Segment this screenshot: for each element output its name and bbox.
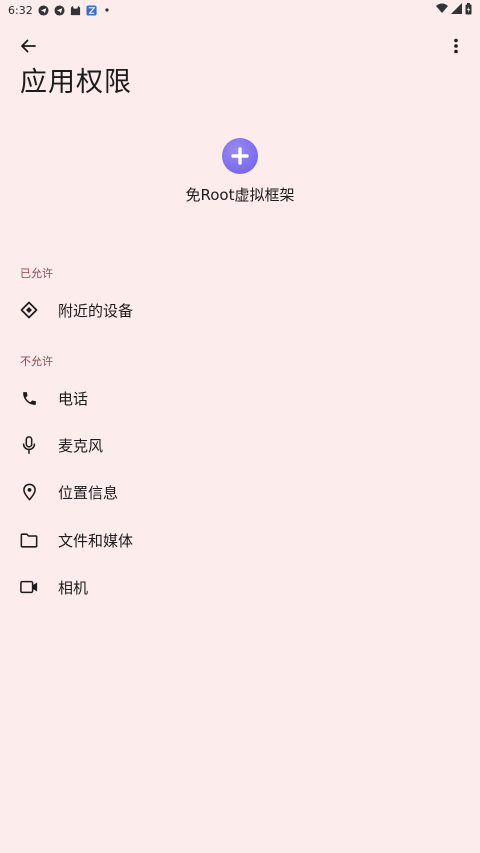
status-time: 6:32 bbox=[8, 3, 33, 17]
battery-icon bbox=[465, 2, 472, 18]
permission-label: 位置信息 bbox=[58, 483, 119, 502]
permission-item-microphone[interactable]: 麦克风 bbox=[0, 422, 480, 468]
permission-item-location[interactable]: 位置信息 bbox=[0, 469, 480, 515]
phone-icon bbox=[19, 388, 39, 408]
status-bar: 6:32 bbox=[0, 0, 480, 20]
section-header-denied: 不允许 bbox=[20, 355, 53, 368]
permission-item-camera[interactable]: 相机 bbox=[0, 564, 480, 610]
permission-item-files-media[interactable]: 文件和媒体 bbox=[0, 517, 480, 563]
app-logo-icon bbox=[222, 138, 258, 174]
camera-icon bbox=[19, 577, 39, 597]
back-button[interactable] bbox=[14, 32, 42, 60]
wifi-icon bbox=[436, 3, 448, 17]
app-icon bbox=[86, 4, 97, 16]
telegram-icon bbox=[38, 4, 49, 16]
nearby-devices-icon bbox=[19, 300, 39, 320]
more-vert-icon bbox=[454, 38, 458, 54]
app-header: 免Root虚拟框架 bbox=[0, 138, 480, 205]
permission-label: 文件和媒体 bbox=[58, 531, 134, 550]
folder-icon bbox=[19, 530, 39, 550]
permission-label: 附近的设备 bbox=[58, 301, 134, 320]
arrow-back-icon bbox=[21, 39, 36, 53]
permission-item-phone[interactable]: 电话 bbox=[0, 375, 480, 421]
permission-label: 电话 bbox=[58, 389, 89, 408]
app-name: 免Root虚拟框架 bbox=[185, 186, 295, 204]
more-options-button[interactable] bbox=[442, 32, 470, 60]
permission-item-nearby-devices[interactable]: 附近的设备 bbox=[0, 287, 480, 333]
cat-icon bbox=[70, 5, 81, 16]
page-title: 应用权限 bbox=[20, 67, 132, 98]
signal-icon bbox=[451, 3, 462, 17]
permission-label: 麦克风 bbox=[58, 436, 104, 455]
dot-icon bbox=[102, 5, 113, 16]
telegram-icon bbox=[54, 4, 65, 16]
app-bar bbox=[0, 28, 480, 62]
microphone-icon bbox=[19, 435, 39, 455]
permission-label: 相机 bbox=[58, 578, 89, 597]
location-icon bbox=[19, 482, 39, 502]
section-header-allowed: 已允许 bbox=[20, 267, 53, 280]
